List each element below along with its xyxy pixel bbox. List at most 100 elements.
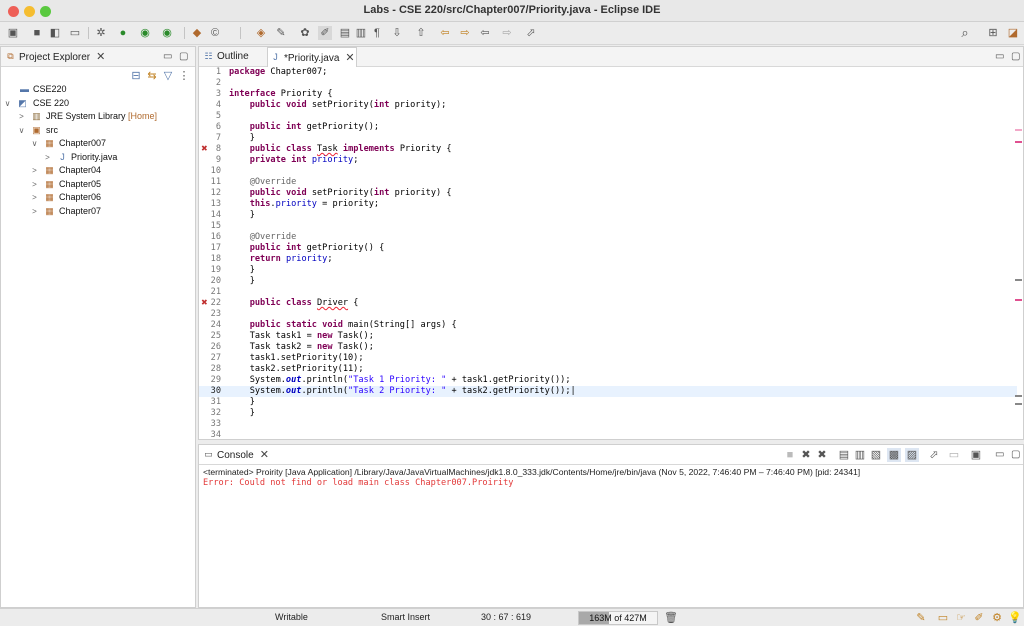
project-explorer-tab-label: Project Explorer [19,52,91,63]
tree-item-src[interactable]: ∨ ▣ src [1,124,191,137]
line-number: 23 [210,309,221,319]
open-console-icon[interactable]: ▣ [969,448,983,462]
coverage-icon[interactable]: ◉ [138,26,152,40]
link-editor-icon[interactable]: ⇆ [145,69,159,83]
open-perspective-icon[interactable]: ⊞ [986,26,1000,40]
maximize-icon[interactable]: ▢ [1011,51,1020,62]
search-icon[interactable]: ⌕ [958,26,972,40]
forward-icon[interactable]: ⇨ [500,26,514,40]
terminate-icon[interactable]: ■ [783,448,797,462]
filter-icon[interactable]: ▽ [161,69,175,83]
next-annotation-icon[interactable]: ⇩ [390,26,404,40]
tab-console[interactable]: ▭ Console ✕ [201,445,269,465]
open-type-icon[interactable]: ◈ [254,26,268,40]
minimize-icon[interactable]: ▭ [995,449,1004,460]
tab-priority-java[interactable]: J *Priority.java ✕ [267,47,357,67]
tree-item-chapter06[interactable]: > ▦ Chapter06 [1,191,191,204]
chevron-right-icon[interactable]: > [17,110,26,123]
overview-marker[interactable] [1015,299,1022,301]
error-marker-icon[interactable]: ✖ [201,298,208,307]
new-java-project-icon[interactable]: ◆ [190,26,204,40]
chevron-right-icon[interactable]: > [43,151,52,164]
terminal-icon[interactable]: ▭ [68,26,82,40]
mark-occurrences-icon[interactable]: ✐ [318,26,332,40]
search-tool-icon[interactable]: ✎ [274,26,288,40]
heap-status[interactable]: 163M of 427M [578,611,658,625]
tree-item-jre[interactable]: > ▥ JRE System Library [Home] [1,110,191,123]
collapse-all-icon[interactable]: ⊟ [129,69,143,83]
close-icon[interactable]: ✕ [345,48,354,68]
notification-icon[interactable]: ▭ [936,611,950,625]
external-tools-icon[interactable]: ◉ [160,26,174,40]
tree-item-priority-java[interactable]: > J Priority.java [1,151,191,164]
minimize-icon[interactable]: ▭ [995,51,1004,62]
garbage-collect-icon[interactable]: 🗑 [664,611,678,625]
line-number: 29 [210,375,221,385]
back-icon[interactable]: ⇦ [478,26,492,40]
overview-marker[interactable] [1015,279,1022,281]
overview-marker[interactable] [1015,395,1022,397]
save-icon[interactable]: ■ [30,26,44,40]
pin-editor-icon[interactable]: ⬀ [524,26,538,40]
code-editor[interactable]: package Chapter007; interface Priority {… [199,67,1017,439]
chevron-right-icon[interactable]: > [30,205,39,218]
overview-marker[interactable] [1015,129,1022,131]
view-menu-icon[interactable]: ⋮ [177,69,191,83]
scroll-lock-icon[interactable]: ▥ [853,448,867,462]
pilcrow-icon[interactable]: ¶ [370,26,384,40]
tree-item-label: Chapter04 [59,165,102,175]
minimize-icon[interactable]: ▭ [163,51,172,62]
line-number: 14 [210,210,221,220]
save-all-icon[interactable]: ◧ [48,26,62,40]
clear-console-icon[interactable]: ▤ [837,448,851,462]
chevron-right-icon[interactable]: > [30,164,39,177]
remove-launch-icon[interactable]: ✖ [799,448,813,462]
tree-item-chapter007[interactable]: ∨ ▦ Chapter007 [1,137,191,150]
new-icon[interactable]: ▣ [6,26,20,40]
edit-icon[interactable]: ✐ [972,611,986,625]
tree-item-chapter05[interactable]: > ▦ Chapter05 [1,178,191,191]
chevron-right-icon[interactable]: > [30,178,39,191]
lightbulb-icon[interactable]: 💡 [1008,611,1022,625]
chevron-down-icon[interactable]: ∨ [3,97,12,110]
highlight-icon[interactable]: ✿ [298,26,312,40]
pin-console-icon[interactable]: ⬀ [927,448,941,462]
close-icon[interactable]: ✕ [260,445,269,465]
overview-marker[interactable] [1015,141,1022,143]
line-number: 1 [215,67,221,77]
tree-item-chapter04[interactable]: > ▦ Chapter04 [1,164,191,177]
block-selection-icon[interactable]: ▤ [338,26,352,40]
chevron-right-icon[interactable]: > [30,191,39,204]
tree-item-cse220-a[interactable]: ▬ CSE220 [1,83,191,96]
tree-item-cse220-b[interactable]: ∨ ◩ CSE 220 [1,97,191,110]
tip-icon[interactable]: ☞ [954,611,968,625]
display-console-icon[interactable]: ▭ [947,448,961,462]
line-number: 20 [210,276,221,286]
code-line: public int getPriority() { [249,243,385,253]
chevron-down-icon[interactable]: ∨ [17,124,26,137]
run-icon[interactable]: ● [116,26,130,40]
show-whitespace-icon[interactable]: ▥ [354,26,368,40]
show-stderr-icon[interactable]: ▨ [905,448,919,462]
tab-outline[interactable]: ☷ Outline [201,47,248,67]
error-marker-icon[interactable]: ✖ [201,144,208,153]
debug-icon[interactable]: ✲ [94,26,108,40]
settings-icon[interactable]: ⚙ [990,611,1004,625]
last-edit-icon[interactable]: ⇦ [438,26,452,40]
show-stdout-icon[interactable]: ▩ [887,448,901,462]
new-class-icon[interactable]: © [208,26,222,40]
chevron-down-icon[interactable]: ∨ [30,137,39,150]
tasks-icon[interactable]: ✎ [914,611,928,625]
prev-annotation-icon[interactable]: ⇧ [414,26,428,40]
word-wrap-icon[interactable]: ▧ [869,448,883,462]
forward-history-icon[interactable]: ⇨ [458,26,472,40]
package-icon: ▦ [45,206,54,216]
maximize-icon[interactable]: ▢ [179,51,188,62]
remove-all-icon[interactable]: ✖ [815,448,829,462]
java-perspective-icon[interactable]: ◪ [1006,26,1020,40]
tab-project-explorer[interactable]: ⧉ Project Explorer ✕ [3,47,105,67]
overview-marker[interactable] [1015,403,1022,405]
maximize-icon[interactable]: ▢ [1011,449,1020,460]
tree-item-chapter07[interactable]: > ▦ Chapter07 [1,205,191,218]
close-icon[interactable]: ✕ [96,47,105,67]
